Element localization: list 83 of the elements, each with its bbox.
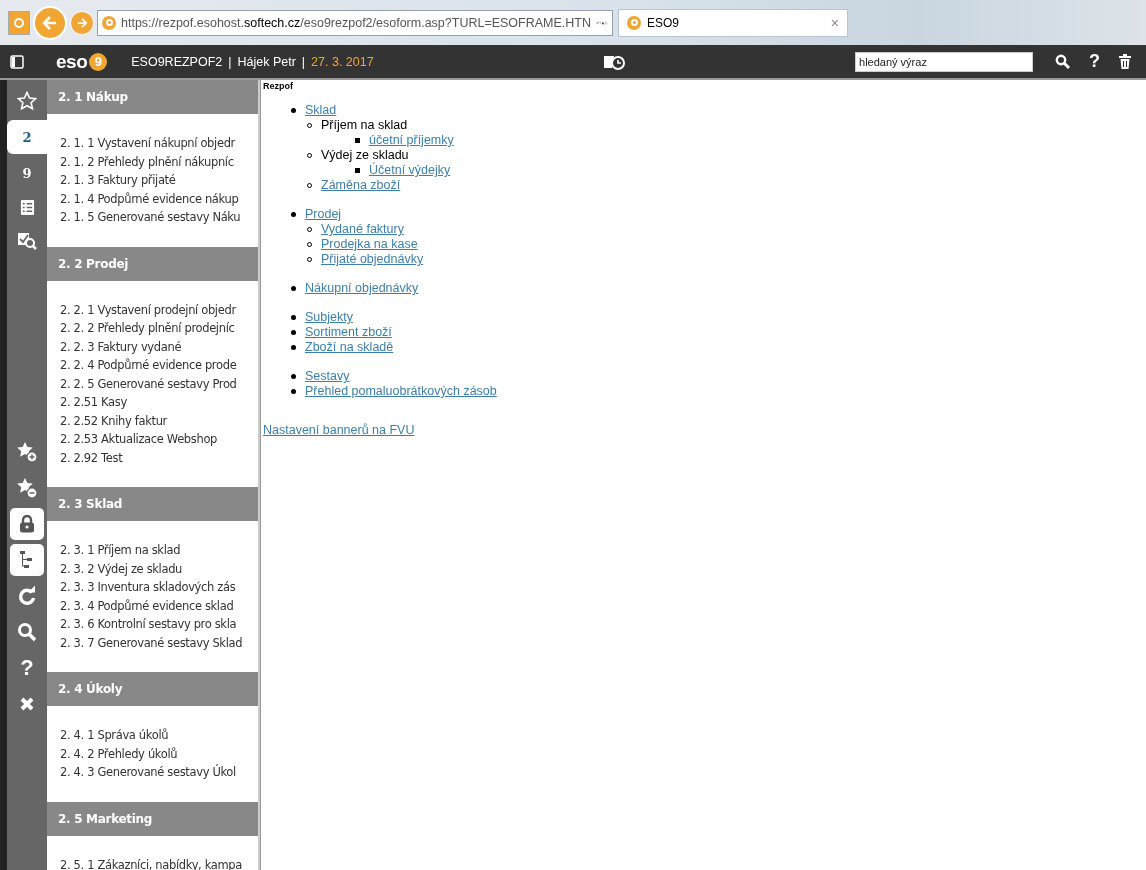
menu-item[interactable]: 2. 2.52 Knihy faktur bbox=[60, 411, 167, 430]
page-title: Rezpof bbox=[263, 81, 294, 91]
tab-title: ESO9 bbox=[647, 15, 680, 30]
menu-item[interactable]: 2. 2.51 Kasy bbox=[60, 393, 127, 412]
link[interactable]: Vydané faktury bbox=[321, 222, 404, 237]
database-name: ESO9REZPOF2 bbox=[131, 54, 223, 69]
link[interactable]: Prodejka na kase bbox=[321, 237, 418, 252]
bullet-icon bbox=[291, 374, 296, 379]
tree-label: Příjem na sklad bbox=[321, 118, 408, 133]
tree-label: Výdej ze skladu bbox=[321, 148, 409, 162]
bullet-icon bbox=[291, 345, 296, 350]
menu-item[interactable]: 2. 4. 1 Správa úkolů bbox=[60, 726, 169, 745]
url-text: https://rezpof.esohost.softech.cz/eso9rezpof2/esoform.asp?TURL=ESOFRAME.HTN bbox=[121, 15, 591, 30]
panel-toggle-icon[interactable] bbox=[10, 54, 24, 69]
trash-icon[interactable] bbox=[1118, 53, 1132, 70]
bullet-icon bbox=[291, 330, 296, 335]
search-field[interactable]: hledaný výraz bbox=[855, 51, 1033, 72]
logo-badge: 9 bbox=[89, 52, 108, 71]
user-name: Hájek Petr bbox=[237, 54, 296, 69]
menu-item[interactable]: 2. 1. 4 Podpůrné evidence nákup bbox=[60, 189, 239, 208]
browser-tab[interactable]: ESO9 × bbox=[618, 8, 848, 37]
menu-item[interactable]: 2. 4. 2 Přehledy úkolů bbox=[60, 744, 178, 763]
menu-item[interactable]: 2. 3. 1 Příjem na sklad bbox=[60, 541, 181, 560]
bullet-icon bbox=[355, 168, 360, 173]
menu-item[interactable]: 2. 2. 3 Faktury vydané bbox=[60, 337, 182, 356]
link[interactable]: Přijaté objednávky bbox=[321, 252, 424, 267]
menu-item[interactable]: 2. 3. 6 Kontrolní sestavy pro skla bbox=[60, 615, 237, 634]
bullet-icon bbox=[355, 138, 360, 143]
menu-item[interactable]: 2. 2. 2 Přehledy plnění prodejníc bbox=[60, 319, 235, 338]
link[interactable]: účetní příjemky bbox=[369, 133, 454, 148]
link[interactable]: Subjekty bbox=[305, 310, 353, 325]
tab-close-button[interactable]: × bbox=[830, 14, 839, 31]
help-button[interactable]: ? bbox=[10, 652, 44, 684]
menu-item[interactable]: 2. 3. 7 Generované sestavy Sklad bbox=[60, 633, 243, 652]
section-header[interactable]: 2. 1 Nákup bbox=[47, 80, 258, 114]
link[interactable]: Účetní výdejky bbox=[369, 163, 451, 178]
bullet-icon bbox=[291, 286, 296, 291]
bullet-icon bbox=[291, 108, 296, 113]
menu-item[interactable]: 2. 2.92 Test bbox=[60, 448, 123, 467]
link[interactable]: Sortiment zboží bbox=[305, 325, 392, 340]
date-text: 27. 3. 2017 bbox=[311, 54, 374, 69]
site-icon bbox=[627, 15, 641, 30]
link[interactable]: Zboží na skladě bbox=[305, 340, 394, 355]
rail-tab[interactable]: 2 bbox=[7, 120, 47, 154]
menu-item[interactable]: 2. 1. 5 Generované sestavy Náku bbox=[60, 208, 241, 227]
link[interactable]: Sklad bbox=[305, 103, 337, 118]
section-header[interactable]: 2. 5 Marketing bbox=[47, 801, 258, 836]
section-header[interactable]: 2. 2 Prodej bbox=[47, 246, 258, 281]
link[interactable]: Prodej bbox=[305, 207, 342, 222]
menu-item[interactable]: 2. 2. 5 Generované sestavy Prod bbox=[60, 374, 237, 393]
lock-icon[interactable] bbox=[10, 508, 44, 540]
menu-item[interactable]: 2. 3. 4 Podpůrné evidence sklad bbox=[60, 596, 234, 615]
logo: eso bbox=[56, 50, 88, 73]
link[interactable]: Přehled pomaluobrátkových zásob bbox=[305, 384, 497, 399]
search-icon[interactable] bbox=[1055, 53, 1071, 70]
bullet-icon bbox=[291, 212, 296, 217]
site-icon bbox=[102, 15, 116, 30]
menu-item[interactable]: 2. 2.53 Aktualizace Webshop bbox=[60, 430, 218, 449]
site-icon bbox=[8, 10, 30, 35]
link[interactable]: Nastavení bannerů na FVU bbox=[263, 423, 415, 437]
menu-item[interactable]: 2. 2. 1 Vystavení prodejní objedr bbox=[60, 300, 236, 319]
menu-item[interactable]: 2. 1. 3 Faktury přijaté bbox=[60, 171, 176, 190]
help-button[interactable]: ? bbox=[1089, 51, 1100, 72]
link[interactable]: Záměna zboží bbox=[321, 178, 401, 193]
menu-item[interactable]: 2. 5. 1 Zákazníci, nabídky, kampa bbox=[60, 855, 242, 870]
menu-item[interactable]: 2. 3. 2 Výdej ze skladu bbox=[60, 559, 183, 578]
section-header[interactable]: 2. 4 Úkoly bbox=[47, 672, 258, 706]
menu-item[interactable]: 2. 4. 3 Generované sestavy Úkol bbox=[60, 763, 236, 782]
address-bar[interactable]: https://rezpof.esohost.softech.cz/eso9rezpof2/esoform.asp?TURL=ESOFRAME.HTN bbox=[97, 9, 613, 36]
menu-item[interactable]: 2. 2. 4 Podpůrné evidence prode bbox=[60, 356, 237, 375]
bullet-icon bbox=[291, 315, 296, 320]
rail-tab[interactable]: 9 bbox=[10, 158, 44, 188]
link[interactable]: Nákupní objednávky bbox=[305, 281, 419, 296]
separator-text: | bbox=[301, 54, 306, 69]
menu-item[interactable]: 2. 1. 2 Přehledy plnění nákupníc bbox=[60, 152, 234, 171]
right-arrow-icon bbox=[75, 15, 89, 30]
section-header[interactable]: 2. 3 Sklad bbox=[47, 487, 258, 521]
tree-icon[interactable] bbox=[10, 544, 44, 576]
menu-item[interactable]: 2. 1. 1 Vystavení nákupní objedr bbox=[60, 134, 235, 153]
link[interactable]: Sestavy bbox=[305, 369, 350, 384]
bullet-icon bbox=[291, 389, 296, 394]
separator-text: | bbox=[228, 54, 232, 69]
menu-item[interactable]: 2. 3. 3 Inventura skladových zás bbox=[60, 578, 236, 597]
